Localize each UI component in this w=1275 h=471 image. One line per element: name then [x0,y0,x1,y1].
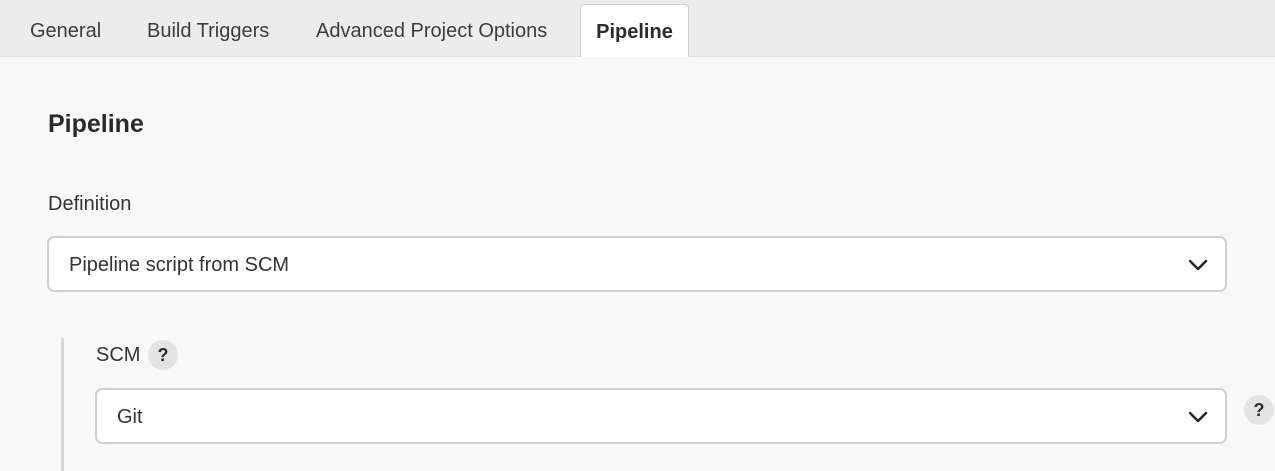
chevron-down-icon [1188,411,1208,423]
scm-selected-value: Git [117,406,143,428]
tab-general[interactable]: General [14,4,117,56]
definition-selected-value: Pipeline script from SCM [69,254,290,276]
tab-advanced-project-options[interactable]: Advanced Project Options [300,4,563,56]
tab-pipeline[interactable]: Pipeline [580,4,689,57]
section-title: Pipeline [48,110,144,138]
nested-section-rule [61,338,64,471]
scm-select-help-button[interactable]: ? [1244,395,1274,425]
scm-select[interactable]: Git [95,388,1227,444]
tab-bar: General Build Triggers Advanced Project … [0,0,1275,57]
definition-select[interactable]: Pipeline script from SCM [47,236,1227,292]
definition-label: Definition [48,193,132,215]
chevron-down-icon [1188,259,1208,271]
scm-help-button[interactable]: ? [148,340,178,370]
scm-label: SCM [96,344,141,366]
tab-build-triggers[interactable]: Build Triggers [131,4,285,56]
